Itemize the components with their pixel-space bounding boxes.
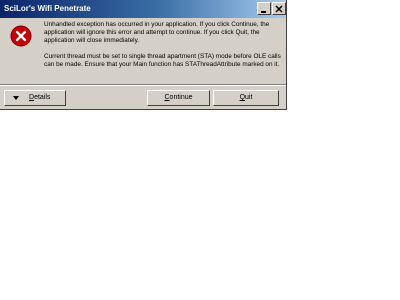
title-bar[interactable]: SciLor's Wifi Penetrate bbox=[0, 0, 286, 18]
continue-button[interactable]: Continue bbox=[147, 90, 210, 106]
close-icon bbox=[275, 5, 283, 13]
close-button[interactable] bbox=[272, 2, 286, 15]
exception-detail-paragraph: Current thread must be set to single thr… bbox=[44, 53, 281, 68]
quit-label-rest: uit bbox=[245, 94, 253, 101]
minimize-button[interactable] bbox=[257, 2, 271, 15]
error-icon bbox=[10, 25, 32, 47]
chevron-down-icon bbox=[13, 96, 19, 100]
details-button-label: Details bbox=[29, 91, 50, 105]
details-button[interactable]: Details bbox=[4, 90, 66, 106]
quit-button[interactable]: Quit bbox=[213, 90, 279, 106]
continue-label-rest: ontinue bbox=[169, 94, 193, 101]
error-dialog: SciLor's Wifi Penetrate Unhandled except… bbox=[0, 0, 287, 110]
error-message: Unhandled exception has occurred in your… bbox=[44, 21, 282, 69]
minimize-icon bbox=[261, 11, 266, 13]
details-label-rest: etails bbox=[34, 94, 51, 101]
error-message-paragraph: Unhandled exception has occurred in your… bbox=[44, 21, 270, 44]
divider bbox=[0, 84, 286, 86]
window-title: SciLor's Wifi Penetrate bbox=[4, 4, 91, 13]
